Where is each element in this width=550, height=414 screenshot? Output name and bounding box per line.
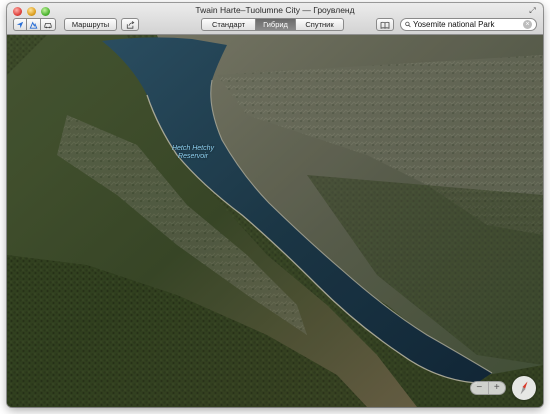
3d-view-button[interactable] xyxy=(27,18,41,31)
map-mode-selector: Стандарт Гибрид Спутник xyxy=(201,18,344,31)
compass-button[interactable] xyxy=(512,376,536,400)
search-field[interactable]: × xyxy=(400,18,537,31)
maps-window: Twain Harte–Tuolumne City — Гроувленд ⤢ … xyxy=(7,3,543,407)
magnifier-icon xyxy=(405,21,411,28)
zoom-in-button[interactable]: + xyxy=(489,382,506,394)
search-input[interactable] xyxy=(413,19,523,30)
compass-icon xyxy=(520,381,528,395)
car-icon xyxy=(44,22,52,28)
tab-hybrid[interactable]: Гибрид xyxy=(256,18,296,31)
reservoir-label-line2: Reservoir xyxy=(178,153,208,160)
routes-button[interactable]: Маршруты xyxy=(64,18,117,31)
location-arrow-icon xyxy=(16,21,24,28)
map-view[interactable]: Hetch Hetchy Reservoir − + xyxy=(7,35,543,407)
toolbar: Twain Harte–Tuolumne City — Гроувленд ⤢ … xyxy=(7,3,543,35)
zoom-control: − + xyxy=(470,381,506,395)
fullscreen-icon[interactable]: ⤢ xyxy=(528,6,537,15)
share-icon xyxy=(126,20,134,29)
reservoir-label-line1: Hetch Hetchy xyxy=(171,145,215,152)
book-icon xyxy=(380,21,390,29)
satellite-terrain xyxy=(7,35,543,407)
window-title: Twain Harte–Tuolumne City — Гроувленд xyxy=(195,5,355,15)
3d-terrain-icon xyxy=(29,20,38,29)
traffic-button[interactable] xyxy=(41,18,56,31)
clear-x-icon[interactable]: × xyxy=(523,20,532,29)
share-button[interactable] xyxy=(121,18,139,31)
tab-satellite[interactable]: Спутник xyxy=(296,18,344,31)
bookmarks-button[interactable] xyxy=(376,18,394,31)
zoom-out-button[interactable]: − xyxy=(471,382,489,394)
reservoir-label[interactable]: Hetch Hetchy Reservoir xyxy=(165,145,221,161)
tab-standard[interactable]: Стандарт xyxy=(201,18,256,31)
current-location-button[interactable] xyxy=(13,18,27,31)
